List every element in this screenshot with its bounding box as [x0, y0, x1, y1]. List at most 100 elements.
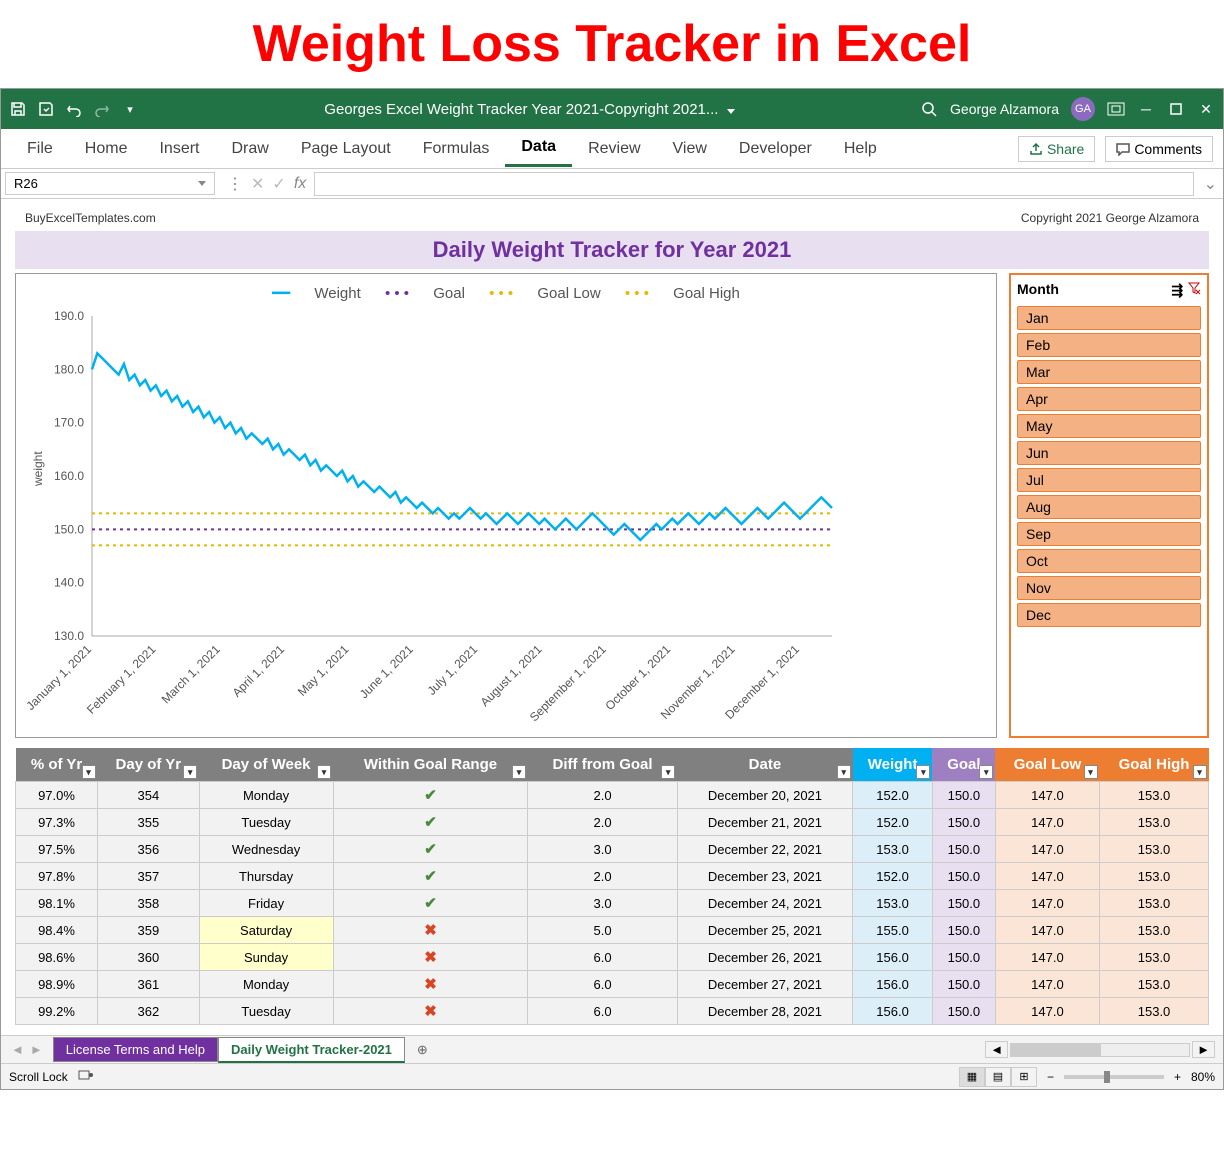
ribbon-mode-icon[interactable]: [1107, 100, 1125, 118]
table-row[interactable]: 99.2%362Tuesday✖6.0December 28, 2021156.…: [16, 998, 1209, 1025]
zoom-slider[interactable]: [1064, 1075, 1164, 1079]
table-row[interactable]: 98.1%358Friday✔3.0December 24, 2021153.0…: [16, 890, 1209, 917]
table-row[interactable]: 98.9%361Monday✖6.0December 27, 2021156.0…: [16, 971, 1209, 998]
slicer-item-aug[interactable]: Aug: [1017, 495, 1201, 519]
page-headline: Weight Loss Tracker in Excel: [0, 0, 1224, 88]
table-row[interactable]: 98.4%359Saturday✖5.0December 25, 2021155…: [16, 917, 1209, 944]
tab-insert[interactable]: Insert: [143, 132, 215, 166]
slicer-item-jul[interactable]: Jul: [1017, 468, 1201, 492]
slicer-item-sep[interactable]: Sep: [1017, 522, 1201, 546]
page-break-view-icon[interactable]: ⊞: [1011, 1067, 1037, 1087]
formula-expand-icon[interactable]: ⌄: [1198, 174, 1223, 194]
svg-text:March 1, 2021: March 1, 2021: [159, 642, 223, 706]
col-header[interactable]: Day of Yr▾: [98, 748, 200, 782]
tab-prev-icon[interactable]: ◄: [11, 1042, 24, 1057]
status-bar: Scroll Lock ▦ ▤ ⊞ − + 80%: [1, 1063, 1223, 1089]
table-row[interactable]: 97.3%355Tuesday✔2.0December 21, 2021152.…: [16, 809, 1209, 836]
qat-more-icon[interactable]: ▾: [121, 100, 139, 118]
add-sheet-icon[interactable]: ⊕: [405, 1042, 440, 1058]
share-button[interactable]: Share: [1018, 136, 1095, 162]
autosave-icon[interactable]: [37, 100, 55, 118]
filter-icon[interactable]: ▾: [317, 765, 331, 779]
tab-developer[interactable]: Developer: [723, 132, 828, 166]
tab-page-layout[interactable]: Page Layout: [285, 132, 407, 166]
hscroll-right-icon[interactable]: ►: [1192, 1041, 1215, 1058]
col-header[interactable]: Day of Week▾: [199, 748, 333, 782]
col-header[interactable]: Goal▾: [932, 748, 995, 782]
formula-input[interactable]: [314, 172, 1193, 196]
slicer-item-apr[interactable]: Apr: [1017, 387, 1201, 411]
svg-text:180.0: 180.0: [54, 362, 84, 376]
close-icon[interactable]: ✕: [1197, 100, 1215, 118]
user-name: George Alzamora: [950, 101, 1059, 117]
multi-select-icon[interactable]: ⇶: [1171, 282, 1183, 298]
filter-icon[interactable]: ▾: [837, 765, 851, 779]
col-header[interactable]: Goal Low▾: [995, 748, 1099, 782]
tab-next-icon[interactable]: ►: [30, 1042, 43, 1057]
slicer-item-mar[interactable]: Mar: [1017, 360, 1201, 384]
search-icon[interactable]: [920, 100, 938, 118]
page-layout-view-icon[interactable]: ▤: [985, 1067, 1011, 1087]
slicer-item-feb[interactable]: Feb: [1017, 333, 1201, 357]
table-row[interactable]: 97.8%357Thursday✔2.0December 23, 2021152…: [16, 863, 1209, 890]
table-row[interactable]: 97.5%356Wednesday✔3.0December 22, 202115…: [16, 836, 1209, 863]
comments-button[interactable]: Comments: [1105, 136, 1213, 162]
table-row[interactable]: 98.6%360Sunday✖6.0December 26, 2021156.0…: [16, 944, 1209, 971]
slicer-item-dec[interactable]: Dec: [1017, 603, 1201, 627]
svg-text:May 1, 2021: May 1, 2021: [295, 642, 352, 699]
filter-icon[interactable]: ▾: [1193, 765, 1207, 779]
tab-formulas[interactable]: Formulas: [407, 132, 506, 166]
undo-icon[interactable]: [65, 100, 83, 118]
formula-bar: R26 ⋮ ✕ ✓ fx ⌄: [1, 169, 1223, 199]
horizontal-scrollbar[interactable]: [1010, 1043, 1190, 1057]
fx-cancel-icon[interactable]: ✕: [251, 174, 264, 194]
filter-icon[interactable]: ▾: [183, 765, 197, 779]
slicer-item-may[interactable]: May: [1017, 414, 1201, 438]
zoom-out-icon[interactable]: −: [1047, 1070, 1054, 1084]
avatar[interactable]: GA: [1071, 97, 1095, 121]
save-icon[interactable]: [9, 100, 27, 118]
tab-help[interactable]: Help: [828, 132, 893, 166]
name-box[interactable]: R26: [5, 172, 215, 195]
normal-view-icon[interactable]: ▦: [959, 1067, 985, 1087]
filter-icon[interactable]: ▾: [82, 765, 96, 779]
tab-license[interactable]: License Terms and Help: [53, 1037, 218, 1062]
col-header[interactable]: Diff from Goal▾: [528, 748, 677, 782]
col-header[interactable]: Date▾: [677, 748, 853, 782]
slicer-item-jan[interactable]: Jan: [1017, 306, 1201, 330]
col-header[interactable]: Within Goal Range▾: [333, 748, 528, 782]
clear-filter-icon[interactable]: [1187, 282, 1201, 298]
fx-dots-icon[interactable]: ⋮: [227, 174, 243, 194]
tab-home[interactable]: Home: [69, 132, 144, 166]
minimize-icon[interactable]: ─: [1137, 100, 1155, 118]
maximize-icon[interactable]: [1167, 100, 1185, 118]
filter-icon[interactable]: ▾: [979, 765, 993, 779]
svg-text:July 1, 2021: July 1, 2021: [425, 642, 481, 698]
col-header[interactable]: % of Yr▾: [16, 748, 98, 782]
tab-review[interactable]: Review: [572, 132, 656, 166]
record-macro-icon[interactable]: [78, 1068, 94, 1085]
fx-accept-icon[interactable]: ✓: [272, 174, 285, 194]
filter-icon[interactable]: ▾: [661, 765, 675, 779]
filter-icon[interactable]: ▾: [1084, 765, 1098, 779]
tab-view[interactable]: View: [657, 132, 723, 166]
tab-file[interactable]: File: [11, 132, 69, 166]
tab-data[interactable]: Data: [505, 130, 572, 167]
tab-draw[interactable]: Draw: [215, 132, 284, 166]
redo-icon[interactable]: [93, 100, 111, 118]
table-row[interactable]: 97.0%354Monday✔2.0December 20, 2021152.0…: [16, 782, 1209, 809]
filter-icon[interactable]: ▾: [512, 765, 526, 779]
filter-icon[interactable]: ▾: [916, 765, 930, 779]
hscroll-left-icon[interactable]: ◄: [985, 1041, 1008, 1058]
zoom-level[interactable]: 80%: [1191, 1070, 1215, 1084]
col-header[interactable]: Weight▾: [853, 748, 933, 782]
tab-tracker[interactable]: Daily Weight Tracker-2021: [218, 1037, 405, 1063]
svg-text:160.0: 160.0: [54, 469, 84, 483]
weight-chart[interactable]: ━━ Weight • • • Goal • • • Goal Low • • …: [15, 273, 997, 738]
slicer-item-jun[interactable]: Jun: [1017, 441, 1201, 465]
col-header[interactable]: Goal High▾: [1100, 748, 1209, 782]
slicer-item-oct[interactable]: Oct: [1017, 549, 1201, 573]
svg-text:August 1, 2021: August 1, 2021: [478, 642, 545, 709]
zoom-in-icon[interactable]: +: [1174, 1070, 1181, 1084]
slicer-item-nov[interactable]: Nov: [1017, 576, 1201, 600]
